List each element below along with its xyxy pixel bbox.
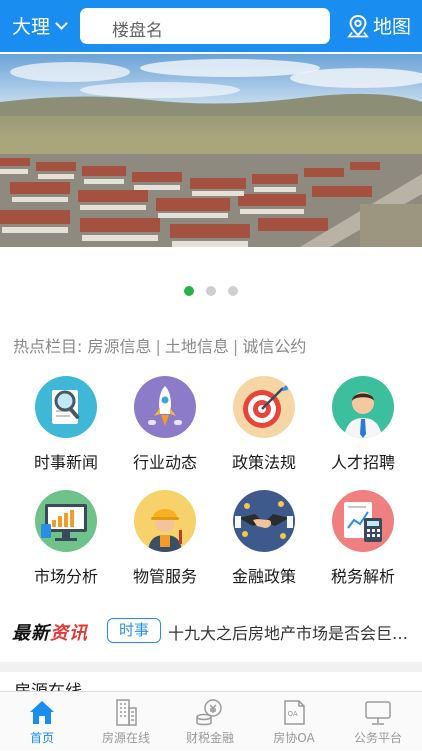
tab-oa[interactable]: OA 房协OA	[252, 692, 336, 751]
category-industry-news[interactable]: 行业动态	[115, 376, 215, 473]
coins-icon	[195, 697, 225, 727]
monitor-icon	[363, 697, 393, 727]
city-selector[interactable]: 大理	[12, 12, 68, 39]
town-landscape-photo	[0, 54, 422, 247]
category-label: 时事新闻	[33, 453, 98, 472]
chart-monitor-icon	[35, 490, 97, 552]
section-divider	[0, 662, 422, 672]
category-tax-analysis[interactable]: 税务解析	[313, 490, 413, 587]
map-label: 地图	[373, 16, 412, 38]
tab-label: 房源在线	[101, 731, 150, 745]
category-policy-regulations[interactable]: 政策法规	[214, 376, 314, 473]
logo-text-part1: 最新	[12, 623, 50, 644]
map-button[interactable]: 地图	[347, 12, 411, 39]
document-icon: OA	[279, 697, 309, 727]
home-icon	[27, 697, 57, 727]
hot-topics-bar: 热点栏目: 房源信息 | 土地信息 | 诚信公约	[13, 333, 306, 357]
category-label: 金融政策	[231, 567, 296, 586]
search-placeholder: 楼盘名	[112, 21, 163, 41]
hot-topic-link[interactable]: 诚信公约	[242, 337, 306, 356]
worker-icon	[134, 490, 196, 552]
news-tag: 时事	[107, 618, 161, 643]
category-label: 行业动态	[132, 453, 197, 472]
category-recruitment[interactable]: 人才招聘	[313, 376, 413, 473]
hot-topics-prefix: 热点栏目:	[13, 337, 83, 356]
tab-finance[interactable]: 财税金融	[168, 692, 252, 751]
tab-label: 房协OA	[273, 731, 315, 745]
top-bar: 大理 楼盘名 地图	[0, 0, 422, 52]
carousel-indicator	[0, 286, 422, 296]
chevron-down-icon	[55, 16, 68, 30]
tab-label: 财税金融	[185, 731, 234, 745]
location-pin-icon	[347, 14, 369, 37]
city-label: 大理	[12, 16, 51, 38]
news-headline[interactable]: 十九大之后房地产市场是否会巨…	[168, 620, 416, 644]
tab-home[interactable]: 首页	[0, 692, 84, 751]
search-input[interactable]: 楼盘名	[80, 8, 330, 44]
category-financial-policy[interactable]: 金融政策	[214, 490, 314, 587]
handshake-icon	[233, 490, 295, 552]
carousel-dot[interactable]	[228, 286, 238, 296]
latest-news-logo: 最新资讯	[12, 619, 88, 645]
category-label: 市场分析	[33, 567, 98, 586]
bottom-tab-bar: 首页 房源在线 财税金融 OA 房协OA 公务平台	[0, 691, 422, 750]
carousel-dot[interactable]	[184, 286, 194, 296]
tab-label: 首页	[29, 731, 54, 745]
hot-topic-link[interactable]: 土地信息	[165, 337, 229, 356]
news-magnifier-icon	[35, 376, 97, 438]
category-label: 政策法规	[231, 453, 296, 472]
tab-public-service[interactable]: 公务平台	[336, 692, 420, 751]
category-label: 人才招聘	[330, 453, 395, 472]
category-market-analysis[interactable]: 市场分析	[16, 490, 116, 587]
carousel-dot[interactable]	[206, 286, 216, 296]
separator: |	[232, 337, 239, 356]
rocket-icon	[134, 376, 196, 438]
svg-text:OA: OA	[288, 710, 298, 718]
hot-topic-link[interactable]: 房源信息	[88, 337, 152, 356]
tab-listings[interactable]: 房源在线	[84, 692, 168, 751]
category-label: 税务解析	[330, 567, 395, 586]
category-current-news[interactable]: 时事新闻	[16, 376, 116, 473]
logo-text-part2: 资讯	[50, 623, 88, 644]
calculator-icon	[332, 490, 394, 552]
target-icon	[233, 376, 295, 438]
businessman-icon	[332, 376, 394, 438]
category-property-services[interactable]: 物管服务	[115, 490, 215, 587]
building-icon	[111, 697, 141, 727]
banner-image[interactable]	[0, 54, 422, 247]
latest-news-bar[interactable]: 最新资讯 时事 十九大之后房地产市场是否会巨…	[0, 612, 422, 652]
separator: |	[155, 337, 161, 356]
tab-label: 公务平台	[353, 731, 402, 745]
category-label: 物管服务	[132, 567, 197, 586]
